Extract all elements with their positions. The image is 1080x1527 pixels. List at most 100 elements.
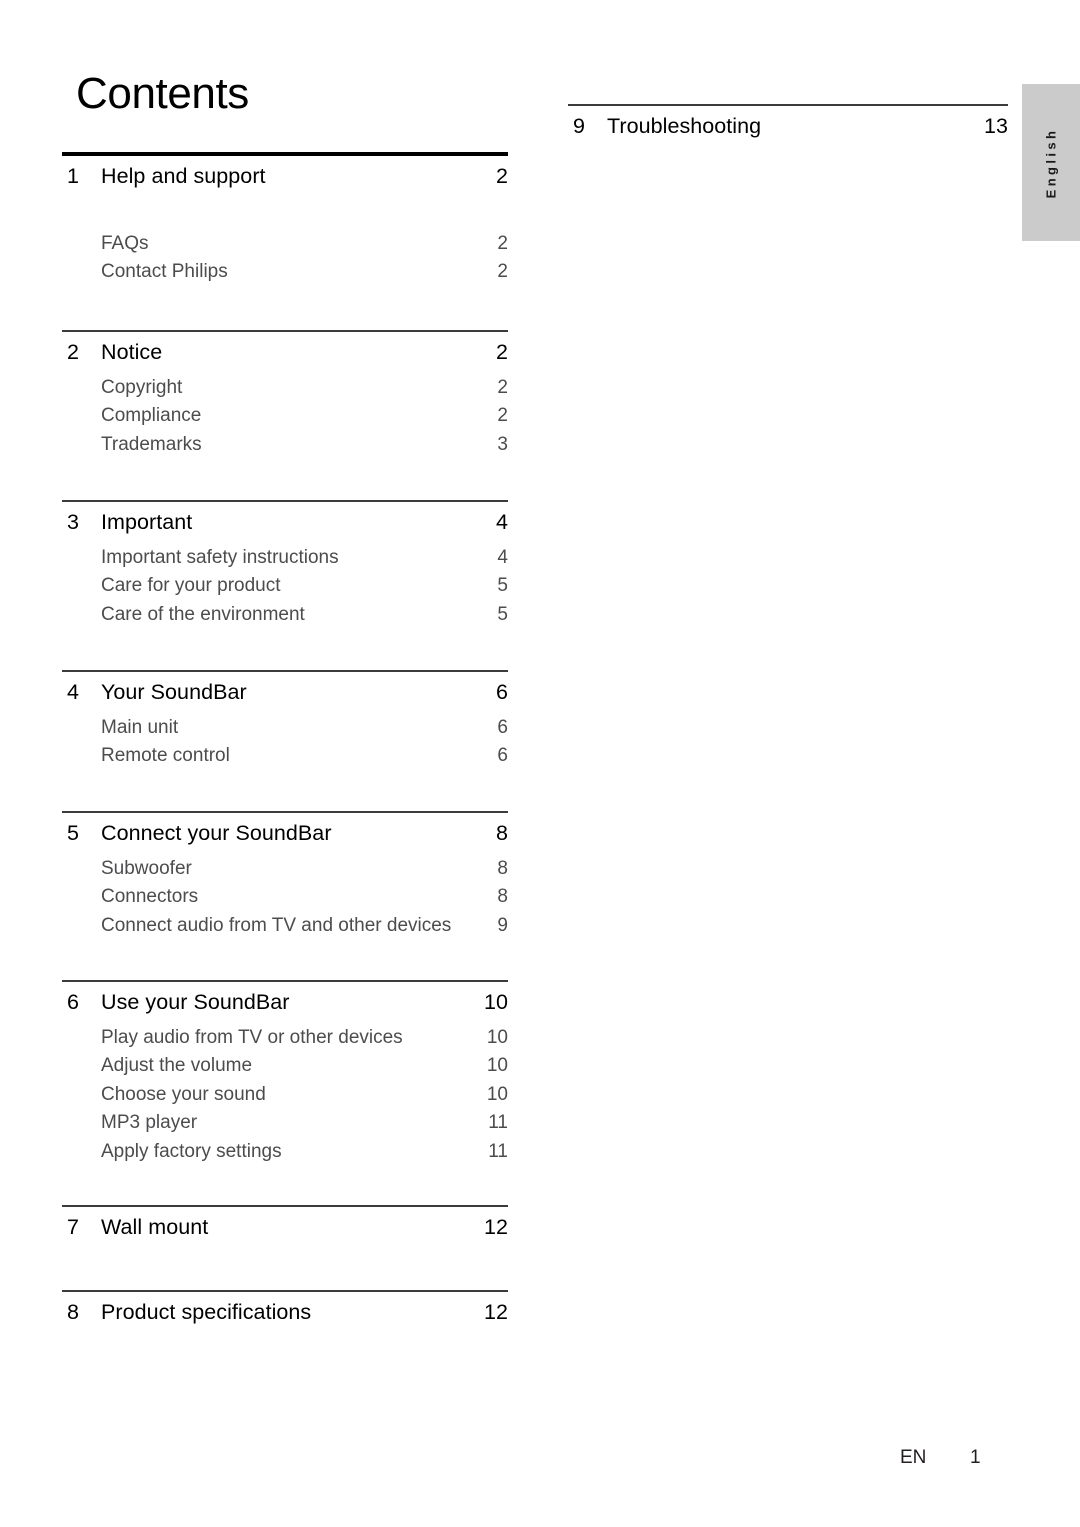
chapter-number: 8 [67,1299,80,1324]
toc-subitem-row[interactable]: Important safety instructions 4 [62,547,508,576]
toc-section-8: 8 Product specifications 12 [62,1290,508,1337]
subitem-page: 11 [488,1112,508,1133]
toc-subitem-row[interactable]: Connectors 8 [62,886,508,915]
subitem-label: Main unit [101,716,179,738]
toc-chapter-row[interactable]: 8 Product specifications 12 [62,1299,508,1337]
subitem-label: Play audio from TV or other devices [101,1026,403,1048]
chapter-title: Connect your SoundBar [101,820,332,845]
subitem-page: 11 [488,1140,508,1162]
chapter-number: 2 [67,339,80,364]
chapter-title: Wall mount [101,1214,209,1239]
chapter-page: 2 [495,163,508,188]
toc-subitem-row[interactable]: Remote control 6 [62,745,508,774]
toc-subitem-row[interactable]: Copyright 2 [62,377,508,406]
chapter-number: 6 [67,989,80,1014]
subitem-page: 3 [497,433,508,455]
toc-chapter-row[interactable]: 1 Help and support 2 [62,163,508,201]
chapter-number: 1 [67,163,80,188]
toc-chapter-row[interactable]: 7 Wall mount 12 [62,1214,508,1252]
subitem-page: 2 [497,261,508,282]
chapter-number: 9 [573,113,586,138]
toc-section-2: 2 Notice 2 Copyright 2 Compliance 2 Trad… [62,330,508,462]
toc-subitem-row[interactable]: Play audio from TV or other devices 10 [62,1027,508,1056]
toc-subitem-row[interactable]: Adjust the volume 10 [62,1055,508,1084]
subitem-page: 2 [497,376,508,398]
subitem-label: Trademarks [101,433,202,455]
toc-chapter-row[interactable]: 3 Important 4 [62,509,508,547]
toc-subitem-row[interactable]: Care for your product 5 [62,575,508,604]
subitem-label: Important safety instructions [101,546,339,568]
chapter-title: Use your SoundBar [101,989,290,1014]
subitem-label: Apply factory settings [101,1140,282,1162]
chapter-title: Your SoundBar [101,679,247,704]
subitem-label: FAQs [101,232,149,254]
chapter-number: 4 [67,679,80,704]
chapter-number: 5 [67,820,80,845]
chapter-page: 10 [483,989,508,1014]
toc-section-9: 9 Troubleshooting 13 [568,104,1008,151]
subitem-label: Care of the environment [101,603,305,625]
subitem-page: 8 [497,886,508,907]
subitem-label: Connect audio from TV and other devices [101,914,452,936]
footer-language-code: EN [900,1447,927,1468]
toc-subitem-row[interactable]: Connect audio from TV and other devices … [62,915,508,944]
toc-subitem-row[interactable]: FAQs 2 [62,233,508,262]
toc-section-6: 6 Use your SoundBar 10 Play audio from T… [62,980,508,1169]
chapter-title: Help and support [101,163,266,188]
page-title: Contents [76,69,249,118]
chapter-title: Notice [101,339,163,364]
chapter-page: 8 [495,820,508,845]
toc-chapter-row[interactable]: 9 Troubleshooting 13 [568,113,1008,151]
toc-subitem-row[interactable]: Apply factory settings 11 [62,1141,508,1170]
subitem-label: Connectors [101,886,199,907]
toc-subitem-row[interactable]: Trademarks 3 [62,434,508,463]
toc-subitem-row[interactable]: Contact Philips 2 [62,261,508,290]
subitem-page: 2 [497,405,508,426]
chapter-number: 3 [67,509,80,534]
toc-subitem-row[interactable]: Subwoofer 8 [62,858,508,887]
chapter-page: 6 [495,679,508,704]
chapter-page: 13 [983,113,1008,138]
chapter-page: 12 [483,1299,508,1324]
chapter-title: Troubleshooting [607,113,762,138]
toc-subitem-row[interactable]: Compliance 2 [62,405,508,434]
toc-subitem-row[interactable]: Main unit 6 [62,717,508,746]
subitem-page: 6 [497,745,508,766]
toc-chapter-row[interactable]: 2 Notice 2 [62,339,508,377]
subitem-page: 5 [497,603,508,625]
subitem-page: 6 [497,716,508,738]
chapter-page: 2 [495,339,508,364]
chapter-page: 4 [495,509,508,534]
language-tab: English [1022,84,1080,241]
toc-chapter-row[interactable]: 6 Use your SoundBar 10 [62,989,508,1027]
toc-subitem-row[interactable]: Care of the environment 5 [62,604,508,633]
subitem-label: Copyright [101,376,183,398]
toc-subitem-row[interactable]: Choose your sound 10 [62,1084,508,1113]
subitem-page: 10 [486,1083,508,1105]
subitem-page: 10 [486,1026,508,1048]
subitem-label: Adjust the volume [101,1055,253,1076]
toc-section-1: 1 Help and support 2 FAQs 2 Contact Phil… [62,152,508,290]
subitem-page: 5 [497,575,508,596]
subitem-label: Subwoofer [101,857,192,879]
subitem-page: 4 [497,546,508,568]
toc-section-4: 4 Your SoundBar 6 Main unit 6 Remote con… [62,670,508,774]
subitem-page: 8 [497,857,508,879]
subitem-label: Care for your product [101,575,281,596]
toc-subitem-row[interactable]: MP3 player 11 [62,1112,508,1141]
toc-section-3: 3 Important 4 Important safety instructi… [62,500,508,632]
toc-chapter-row[interactable]: 4 Your SoundBar 6 [62,679,508,717]
footer-page-number: 1 [970,1447,981,1468]
subitem-page: 2 [497,232,508,254]
subitem-label: Compliance [101,405,202,426]
chapter-number: 7 [67,1214,80,1239]
subitem-page: 9 [497,914,508,936]
chapter-page: 12 [483,1214,508,1239]
toc-chapter-row[interactable]: 5 Connect your SoundBar 8 [62,820,508,858]
toc-section-7: 7 Wall mount 12 [62,1205,508,1252]
chapter-title: Product specifications [101,1299,312,1324]
subitem-label: Choose your sound [101,1083,266,1105]
toc-section-5: 5 Connect your SoundBar 8 Subwoofer 8 Co… [62,811,508,943]
language-tab-label: English [1043,127,1059,198]
subitem-label: Contact Philips [101,261,228,282]
